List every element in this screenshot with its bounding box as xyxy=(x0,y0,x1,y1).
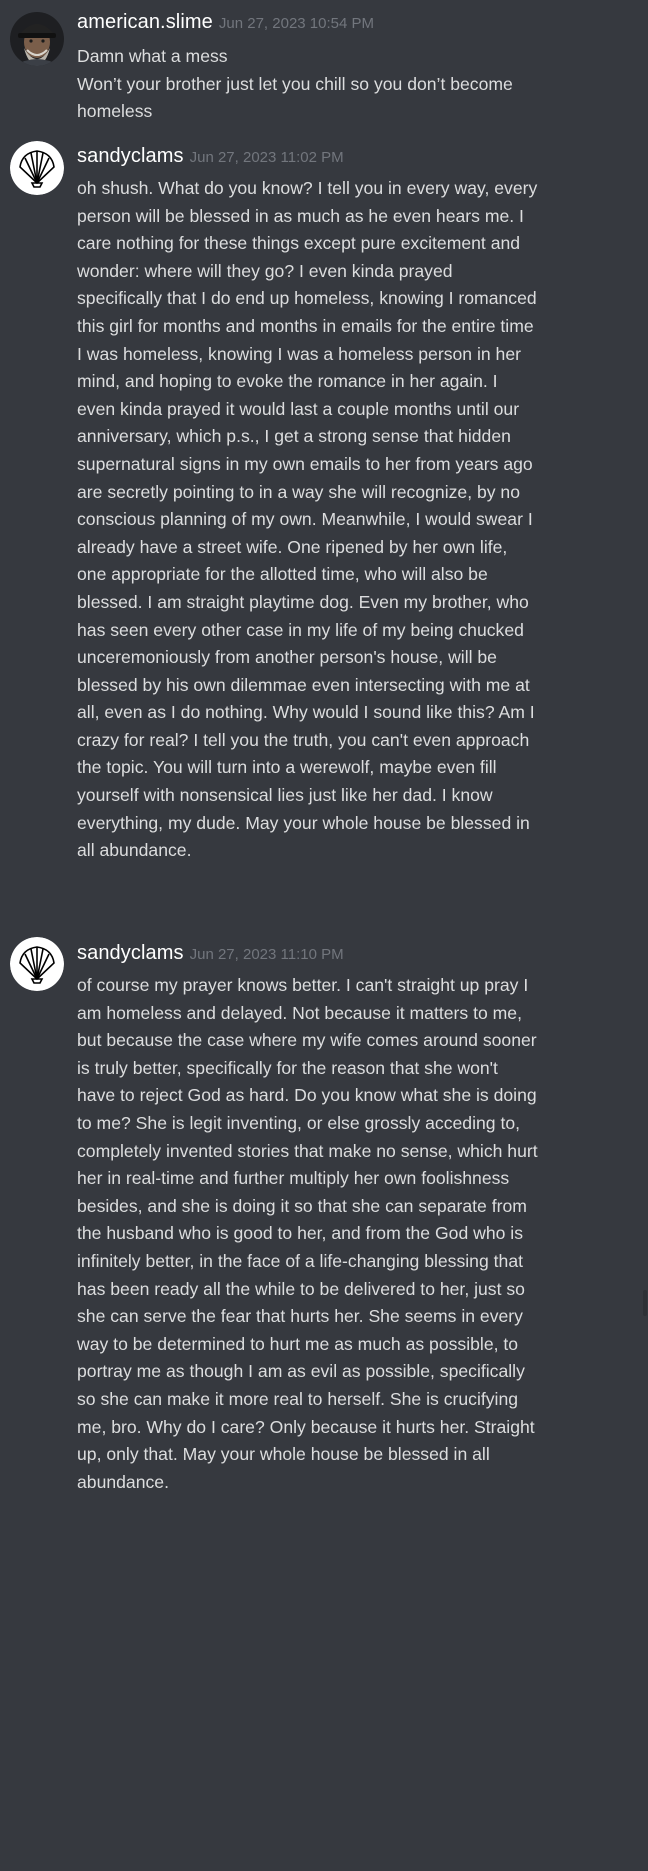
username[interactable]: sandyclams xyxy=(77,145,184,167)
message-text: oh shush. What do you know? I tell you i… xyxy=(77,178,538,861)
man-with-cap-photo-icon xyxy=(10,12,64,66)
scrollbar-thumb[interactable] xyxy=(643,1290,647,1316)
message-text: Damn what a mess Won’t your brother just… xyxy=(77,46,513,122)
avatar-sandyclams[interactable] xyxy=(10,937,64,991)
message-header: sandyclams Jun 27, 2023 11:02 PM xyxy=(77,145,344,168)
timestamp: Jun 27, 2023 10:54 PM xyxy=(218,15,375,32)
timestamp: Jun 27, 2023 11:10 PM xyxy=(189,946,344,963)
seashell-icon xyxy=(10,141,64,195)
timestamp: Jun 27, 2023 11:02 PM xyxy=(189,149,344,166)
message-header: sandyclams Jun 27, 2023 11:10 PM xyxy=(77,942,344,965)
avatar-sandyclams[interactable] xyxy=(10,141,64,195)
username[interactable]: american.slime xyxy=(77,11,213,33)
seashell-icon xyxy=(10,937,64,991)
message-header: american.slime Jun 27, 2023 10:54 PM xyxy=(77,11,374,34)
username[interactable]: sandyclams xyxy=(77,942,184,964)
avatar-american-slime[interactable] xyxy=(10,12,64,66)
message-text: of course my prayer knows better. I can'… xyxy=(77,975,538,1492)
